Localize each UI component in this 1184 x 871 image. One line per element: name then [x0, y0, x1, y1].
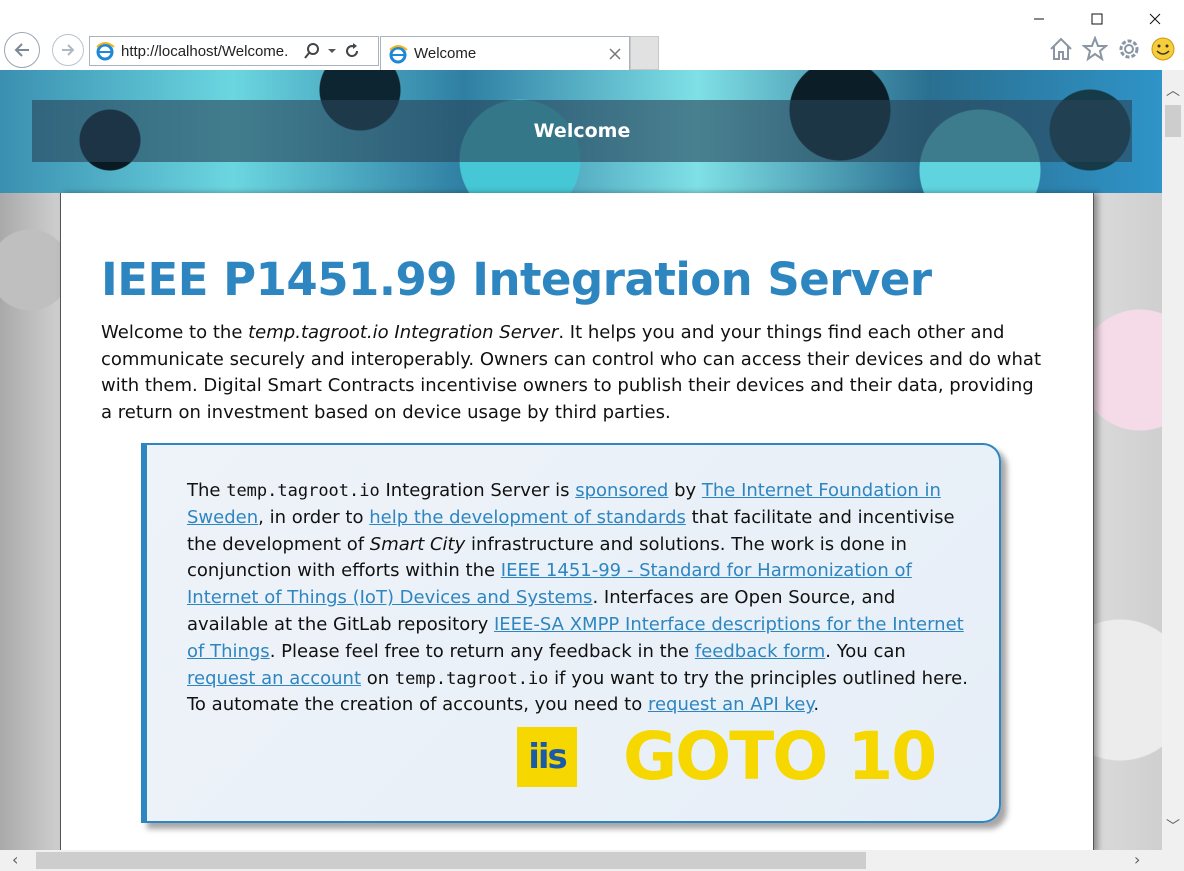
address-bar[interactable]: http://localhost/Welcome.	[89, 36, 379, 66]
banner-title: Welcome	[533, 120, 631, 142]
minimize-icon	[1034, 18, 1044, 20]
browser-chrome: http://localhost/Welcome. Welcome	[0, 0, 1184, 70]
vertical-scrollbar[interactable]: ︿ ﹀	[1162, 70, 1184, 850]
panel-text: Integration Server is	[379, 480, 576, 501]
scroll-right-arrow-icon[interactable]: ›	[1134, 850, 1140, 869]
feedback-form-link[interactable]: feedback form	[695, 641, 825, 662]
panel-text: .	[813, 694, 820, 716]
panel-text: The	[187, 480, 227, 501]
page-viewport: Welcome IEEE P1451.99 Integration Server…	[0, 70, 1162, 850]
settings-gear-icon[interactable]	[1116, 36, 1142, 62]
scroll-left-arrow-icon[interactable]: ‹	[12, 850, 18, 869]
header-banner: Welcome	[0, 70, 1162, 193]
close-window-button[interactable]	[1126, 0, 1184, 38]
horizontal-scroll-thumb[interactable]	[36, 852, 866, 869]
panel-text: , in order to	[258, 506, 370, 528]
ie-icon	[389, 44, 408, 63]
sponsored-link[interactable]: sponsored	[575, 480, 668, 501]
favorites-star-icon[interactable]	[1082, 36, 1108, 62]
forward-button[interactable]	[52, 34, 84, 66]
tab-welcome[interactable]: Welcome	[380, 36, 630, 70]
forward-icon	[62, 44, 75, 56]
ie-icon	[96, 42, 115, 61]
request-account-link[interactable]: request an account	[187, 668, 361, 689]
scroll-corner	[1162, 850, 1184, 871]
minimize-button[interactable]	[1010, 0, 1068, 38]
goto10-logo[interactable]: GOTO 10	[623, 724, 983, 790]
sponsor-panel: The temp.tagroot.io Integration Server i…	[141, 443, 1001, 823]
toolbar-icons	[1048, 36, 1176, 62]
tab-title: Welcome	[414, 45, 477, 62]
request-api-key-link[interactable]: request an API key	[648, 694, 813, 715]
panel-text: on	[361, 667, 395, 689]
server-domain-code: temp.tagroot.io	[226, 481, 380, 501]
panel-text: by	[668, 480, 702, 501]
smart-city-text: Smart City	[369, 533, 466, 555]
scroll-down-arrow-icon[interactable]: ﹀	[1166, 816, 1180, 836]
close-icon	[1149, 13, 1161, 25]
main-content: IEEE P1451.99 Integration Server Welcome…	[60, 193, 1094, 850]
panel-text: . Please feel free to return any feedbac…	[269, 640, 695, 662]
back-icon	[14, 43, 29, 57]
intro-paragraph: Welcome to the temp.tagroot.io Integrati…	[101, 320, 1041, 426]
scroll-up-arrow-icon[interactable]: ︿	[1166, 80, 1180, 100]
maximize-button[interactable]	[1068, 0, 1126, 38]
vertical-scroll-thumb[interactable]	[1165, 105, 1181, 137]
new-tab-button[interactable]	[630, 36, 659, 70]
back-button[interactable]	[4, 32, 40, 68]
search-icon[interactable]	[303, 42, 321, 60]
server-domain-code: temp.tagroot.io	[394, 668, 549, 689]
banner-title-bar: Welcome	[32, 100, 1132, 162]
intro-server-name: temp.tagroot.io Integration Server	[248, 322, 559, 343]
standards-link[interactable]: help the development of standards	[369, 507, 686, 528]
intro-text: Welcome to the	[101, 322, 249, 343]
window-controls	[1010, 0, 1184, 38]
close-tab-icon[interactable]	[609, 47, 621, 60]
panel-text: . You can	[825, 640, 906, 662]
home-icon[interactable]	[1048, 36, 1074, 62]
dropdown-icon[interactable]	[327, 42, 337, 60]
horizontal-scrollbar[interactable]: ‹ ›	[0, 850, 1162, 871]
sponsor-paragraph: The temp.tagroot.io Integration Server i…	[187, 478, 977, 719]
smiley-feedback-icon[interactable]	[1150, 36, 1176, 62]
address-url[interactable]: http://localhost/Welcome.	[121, 43, 297, 60]
page-title: IEEE P1451.99 Integration Server	[101, 253, 932, 306]
refresh-icon[interactable]	[343, 42, 361, 60]
maximize-icon	[1091, 13, 1103, 25]
iis-logo[interactable]: iis	[517, 727, 577, 787]
